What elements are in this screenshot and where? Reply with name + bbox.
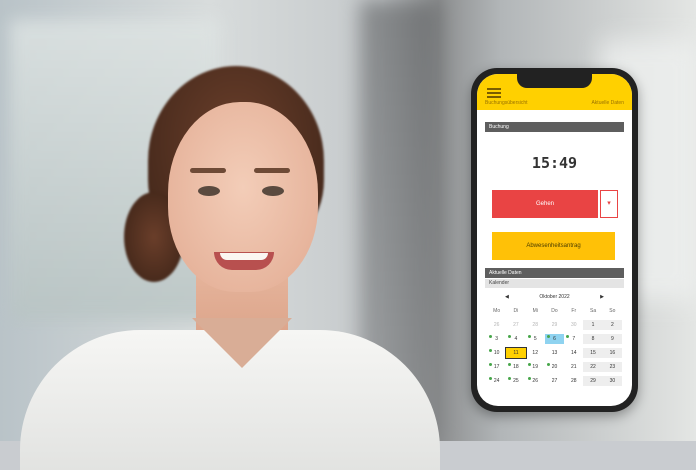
tab-bar: Buchungsübersicht Aktuelle Daten [477,98,632,110]
right-eye [262,186,284,196]
calendar-day[interactable]: 28 [526,320,545,330]
booking-section-header: Buchung [485,122,624,132]
weekday-label: Fr [571,308,577,314]
calendar-day[interactable]: 30 [564,320,583,330]
calendar-grid: Mo Di Mi Do Fr Sa So 26 27 28 29 30 1 2 … [487,306,622,386]
calendar-day[interactable]: 15 [583,348,603,358]
weekday-label: Do [551,308,558,314]
calendar-day[interactable]: 29 [583,376,603,386]
calendar-day[interactable]: 22 [583,362,603,372]
calendar-day[interactable]: 18 [506,362,525,372]
phone-notch [517,74,592,88]
weekday-label: Mo [493,308,501,314]
calendar-day[interactable]: 17 [487,362,506,372]
calendar-header: ◀ Oktober 2022 ▶ [485,292,624,304]
smartphone: Buchungsübersicht Aktuelle Daten Buchung… [471,68,638,412]
current-data-header: Aktuelle Daten [485,268,624,278]
weekday-label: Mi [532,308,538,314]
calendar-day[interactable]: 26 [487,320,506,330]
calendar-day[interactable]: 13 [545,348,564,358]
left-eyebrow [190,168,226,173]
calendar-day[interactable]: 8 [583,334,603,344]
calendar-next-icon[interactable]: ▶ [600,294,604,300]
leave-button[interactable]: Gehen [492,190,598,218]
calendar-day[interactable]: 10 [487,348,506,358]
leave-dropdown-button[interactable]: ▾ [600,190,618,218]
calendar-day[interactable]: 9 [602,334,622,344]
calendar-day[interactable]: 16 [602,348,622,358]
calendar-label: Kalender [485,279,624,288]
weekday-label: Sa [590,308,597,314]
weekday-label: So [609,308,616,314]
calendar-day[interactable]: 19 [526,362,545,372]
calendar-day[interactable]: 24 [487,376,506,386]
hamburger-menu-icon[interactable] [487,88,501,98]
absence-request-button[interactable]: Abwesenheitsantrag [492,232,615,260]
calendar-day[interactable]: 7 [564,334,583,344]
calendar-day[interactable]: 12 [526,348,545,358]
right-eyebrow [254,168,290,173]
tab-booking-overview[interactable]: Buchungsübersicht [485,100,528,106]
woman-portrait [0,0,460,470]
calendar-day[interactable]: 3 [487,334,506,344]
phone-screen: Buchungsübersicht Aktuelle Daten Buchung… [477,74,632,406]
teeth [220,253,268,260]
calendar-day[interactable]: 21 [564,362,583,372]
calendar-day[interactable]: 1 [583,320,603,330]
calendar-day[interactable]: 20 [545,362,564,372]
calendar-day-selected[interactable]: 6 [544,334,565,344]
tab-current-data[interactable]: Aktuelle Daten [591,100,624,106]
calendar-day[interactable]: 30 [602,376,622,386]
left-eye [198,186,220,196]
calendar-day[interactable]: 14 [564,348,583,358]
calendar-day[interactable]: 23 [602,362,622,372]
calendar-day-today[interactable]: 11 [505,347,527,359]
weekday-label: Di [513,308,519,314]
calendar-day[interactable]: 28 [564,376,583,386]
calendar-day[interactable]: 26 [526,376,545,386]
calendar-day[interactable]: 4 [506,334,525,344]
calendar-day[interactable]: 27 [545,376,564,386]
calendar-day[interactable]: 2 [602,320,622,330]
calendar-day[interactable]: 29 [545,320,564,330]
calendar-day[interactable]: 25 [506,376,525,386]
calendar-day[interactable]: 27 [506,320,525,330]
calendar-day[interactable]: 5 [526,334,545,344]
clock-display: 15:49 [531,154,578,172]
